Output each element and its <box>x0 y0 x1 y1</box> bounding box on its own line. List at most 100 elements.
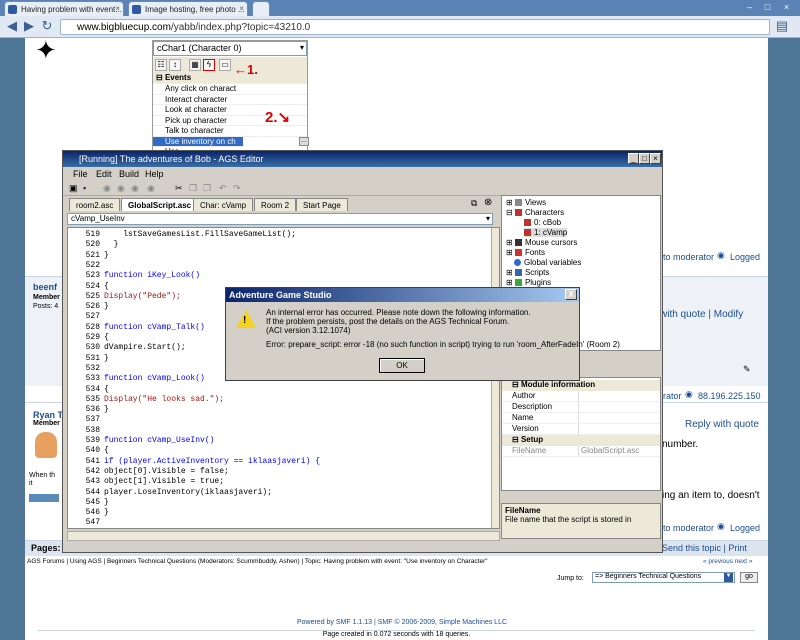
close-icon[interactable]: × <box>650 153 661 164</box>
code-line: } <box>104 497 109 507</box>
code-line: } <box>104 508 109 518</box>
ok-button[interactable]: OK <box>379 358 425 373</box>
event-row[interactable]: Interact character <box>153 95 307 105</box>
annotation-arrow-2: 2.↘ <box>265 109 291 126</box>
browser-tab[interactable]: Image hosting, free photo ... × <box>128 1 248 16</box>
property-row[interactable]: Author <box>502 391 660 402</box>
tab-room-2[interactable]: Room 2 <box>254 198 297 211</box>
close-icon[interactable]: × <box>239 4 244 13</box>
fonts-icon <box>514 249 522 257</box>
stop-icon[interactable]: ◉ <box>117 183 125 194</box>
chevron-down-icon: ▾ <box>299 43 304 52</box>
close-icon[interactable]: × <box>779 2 794 14</box>
sort-icon[interactable]: ↕ <box>169 59 181 71</box>
tab-start-page[interactable]: Start Page <box>296 198 348 211</box>
send-print-links[interactable]: Send this topic | Print <box>662 543 747 553</box>
line-number: 527 <box>85 312 100 322</box>
properties-toolbar: ☷ ↕ ▦ ϟ ▭ <box>153 57 307 73</box>
menu-edit[interactable]: Edit <box>96 169 112 179</box>
username[interactable]: beenf <box>33 282 57 292</box>
report-link[interactable]: to moderator <box>663 252 714 262</box>
event-row[interactable]: Talk to character <box>153 126 307 137</box>
logged-icon: ◉ <box>717 521 725 531</box>
jump-to-select[interactable]: => Beginners Technical Questions ▼ <box>592 572 735 583</box>
tab-globalscript[interactable]: GlobalScript.asc <box>121 198 199 211</box>
undo-icon[interactable]: ↶ <box>219 183 227 194</box>
events-icon[interactable]: ϟ <box>203 59 215 71</box>
maximize-icon[interactable]: □ <box>639 153 650 164</box>
redo-icon[interactable]: ↷ <box>233 183 241 194</box>
chevron-down-icon: ▼ <box>724 573 733 582</box>
code-line: function iKey_Look() <box>104 271 201 281</box>
minimize-icon[interactable]: – <box>742 2 757 14</box>
menu-build[interactable]: Build <box>119 169 139 179</box>
save-icon[interactable]: ▪ <box>83 183 86 193</box>
browser-tab[interactable]: Having problem with event... × <box>4 1 124 16</box>
breadcrumb[interactable]: AGS Forums | Using AGS | Beginners Techn… <box>27 558 627 565</box>
reload-icon[interactable]: ↻ <box>40 19 54 33</box>
favicon-icon <box>132 5 141 14</box>
pages-icon[interactable]: ▭ <box>219 59 231 71</box>
reply-quote-link[interactable]: Reply with quote <box>685 419 759 430</box>
event-row[interactable]: Any click on charact <box>153 84 307 95</box>
dialog-close-button[interactable]: X <box>565 289 577 300</box>
function-select[interactable]: cVamp_UseInv ▾ <box>67 213 493 225</box>
tree-item[interactable]: Global variables <box>514 258 581 267</box>
close-icon[interactable]: × <box>115 4 120 13</box>
url-domain: www.bigbluecup.com <box>77 22 171 33</box>
tree-label: Scripts <box>524 268 550 277</box>
tree-item[interactable]: ⊟ Characters <box>506 208 564 217</box>
back-icon[interactable]: ◀ <box>5 19 19 33</box>
forward-icon[interactable]: ▶ <box>22 19 36 33</box>
categorized-icon[interactable]: ☷ <box>155 59 167 71</box>
paste-icon[interactable]: ❐ <box>203 183 211 194</box>
line-number: 547 <box>85 518 100 528</box>
new-tab-button[interactable] <box>252 1 270 16</box>
tab-char-cvamp[interactable]: Char: cVamp <box>193 198 254 211</box>
line-number: 541 <box>85 456 100 466</box>
close-tab-icon[interactable]: ⊗ <box>484 197 492 208</box>
profile-buttons[interactable] <box>29 494 59 502</box>
property-row[interactable]: Description <box>502 402 660 413</box>
cut-icon[interactable]: ✂ <box>175 183 183 194</box>
minimize-icon[interactable]: _ <box>628 153 639 164</box>
code-line: { <box>104 384 109 394</box>
property-row[interactable]: Version <box>502 424 660 435</box>
code-line: Display("Pede"); <box>104 291 181 301</box>
ellipsis-button[interactable]: … <box>299 137 309 146</box>
horizontal-scrollbar[interactable] <box>67 531 500 541</box>
properties-icon[interactable]: ▦ <box>189 59 201 71</box>
window-list-icon[interactable]: ⧉ <box>471 198 477 209</box>
powered-by-link[interactable]: Powered by SMF 1.1.13 | SMF © 2006-2009,… <box>297 619 507 626</box>
property-row[interactable]: Name <box>502 413 660 424</box>
menu-file[interactable]: File <box>73 169 88 179</box>
tree-item[interactable]: ⊞ Mouse cursors <box>506 238 577 247</box>
go-button[interactable]: go <box>740 572 758 583</box>
tree-item[interactable]: ⊞ Views <box>506 198 546 207</box>
step-icon[interactable]: ◉ <box>147 183 155 194</box>
tree-item[interactable]: ⊞ Plugins <box>506 278 551 287</box>
page-icon[interactable]: ▤ <box>775 19 789 33</box>
tree-item[interactable]: 0: cBob <box>524 218 561 227</box>
pause-icon[interactable]: ◉ <box>131 183 139 194</box>
report-link[interactable]: rator <box>663 391 682 401</box>
run-icon[interactable]: ◉ <box>103 183 111 194</box>
tree-item-selected[interactable]: 1: cVamp <box>524 228 568 237</box>
line-number: 531 <box>85 353 100 363</box>
reply-quote-modify-links[interactable]: ly with quote | Modify <box>650 309 743 320</box>
report-link[interactable]: to moderator <box>663 523 714 533</box>
tree-item[interactable]: ⊞ Fonts <box>506 248 545 257</box>
prev-next-links[interactable]: « previous next » <box>703 558 753 565</box>
menu-help[interactable]: Help <box>145 169 164 179</box>
maximize-icon[interactable]: □ <box>760 2 775 14</box>
event-row-use-inventory[interactable]: Use inventory on ch <box>153 136 243 147</box>
username[interactable]: Ryan T <box>33 410 63 420</box>
tab-room2-asc[interactable]: room2.asc <box>69 198 121 211</box>
address-input[interactable]: www.bigbluecup.com/yabb/index.php?topic=… <box>60 19 770 35</box>
copy-icon[interactable]: ❐ <box>189 183 197 194</box>
tree-item[interactable]: ⊞ Scripts <box>506 268 549 277</box>
character-select[interactable]: cChar1 (Character 0) ▾ <box>153 41 307 56</box>
open-icon[interactable]: ▣ <box>69 183 78 194</box>
edit-icon[interactable]: ✎ <box>743 364 751 375</box>
property-row[interactable]: FileName GlobalScript.asc <box>502 446 660 457</box>
